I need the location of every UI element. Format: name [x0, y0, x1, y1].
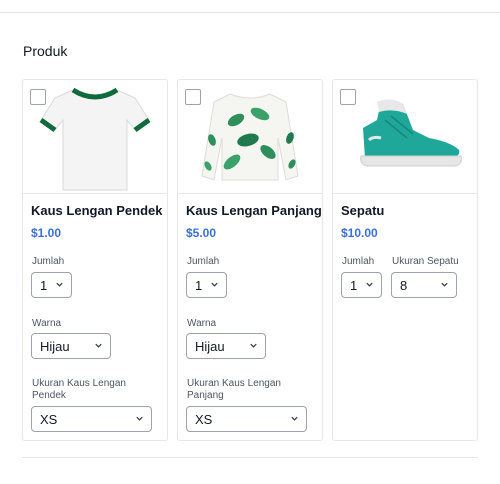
quantity-label: Jumlah	[342, 256, 375, 267]
color-select[interactable]: Hijau	[31, 333, 111, 359]
quantity-value: 1	[195, 278, 203, 293]
chevron-down-icon	[211, 282, 218, 287]
shoe-size-value: 8	[400, 278, 408, 293]
select-checkbox[interactable]	[340, 89, 356, 105]
size-label: Ukuran Kaus Lengan Pendek	[32, 378, 126, 401]
product-price: $1.00	[31, 226, 62, 240]
size-select[interactable]: XS	[31, 406, 152, 432]
chevron-down-icon	[441, 282, 448, 287]
select-checkbox[interactable]	[30, 89, 46, 105]
quantity-value: 1	[40, 278, 48, 293]
color-label: Warna	[187, 318, 217, 329]
chevron-down-icon	[366, 282, 373, 287]
chevron-down-icon	[95, 343, 102, 348]
shoe-size-select[interactable]: 8	[391, 272, 457, 298]
quantity-select[interactable]: 1	[186, 272, 227, 298]
product-name: Kaus Lengan Panjang	[186, 203, 322, 218]
quantity-label: Jumlah	[32, 256, 65, 267]
shoe-size-label: Ukuran Sepatu	[392, 256, 459, 267]
product-card-shoes: Sepatu $10.00 Jumlah 1 Ukuran Sepatu 8	[332, 79, 478, 441]
size-label: Ukuran Kaus Lengan Panjang	[187, 378, 281, 401]
product-name: Sepatu	[341, 203, 385, 218]
select-checkbox[interactable]	[185, 89, 201, 105]
top-divider	[0, 12, 500, 13]
product-name: Kaus Lengan Pendek	[31, 203, 163, 218]
color-select[interactable]: Hijau	[186, 333, 266, 359]
quantity-label: Jumlah	[187, 256, 220, 267]
color-value: Hijau	[40, 339, 70, 354]
product-card-short-sleeve: Kaus Lengan Pendek $1.00 Jumlah 1 Warna …	[22, 79, 168, 441]
size-select[interactable]: XS	[186, 406, 307, 432]
chevron-down-icon	[56, 282, 63, 287]
quantity-select[interactable]: 1	[31, 272, 72, 298]
product-price: $10.00	[341, 226, 378, 240]
color-value: Hijau	[195, 339, 225, 354]
quantity-value: 1	[350, 278, 358, 293]
chevron-down-icon	[250, 343, 257, 348]
quantity-select[interactable]: 1	[341, 272, 382, 298]
color-label: Warna	[32, 318, 62, 329]
chevron-down-icon	[291, 416, 298, 421]
size-value: XS	[40, 412, 58, 427]
size-value: XS	[195, 412, 213, 427]
product-card-long-sleeve: Kaus Lengan Panjang $5.00 Jumlah 1 Warna…	[177, 79, 323, 441]
product-price: $5.00	[186, 226, 217, 240]
chevron-down-icon	[136, 416, 143, 421]
section-title: Produk	[23, 43, 68, 59]
bottom-divider	[22, 457, 478, 458]
